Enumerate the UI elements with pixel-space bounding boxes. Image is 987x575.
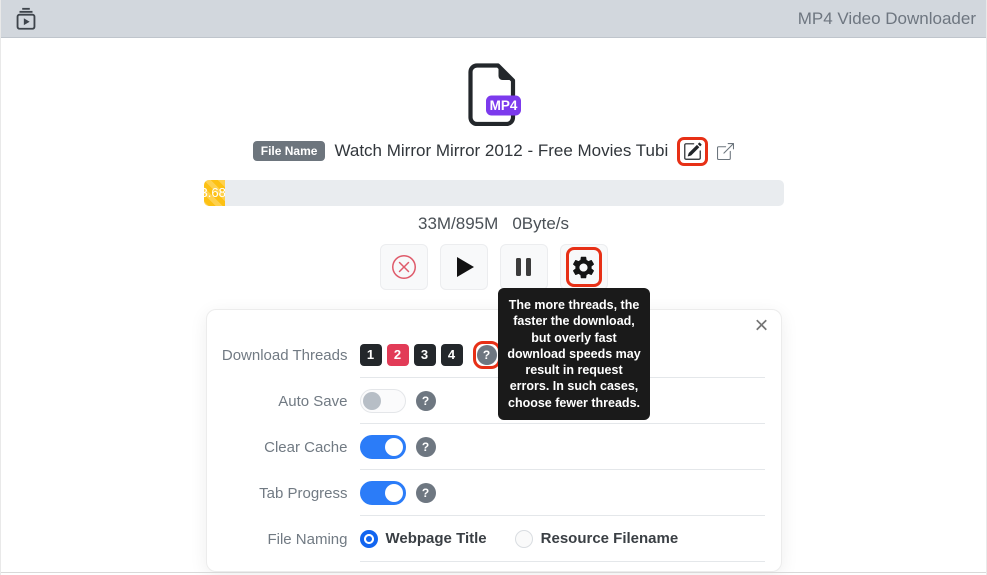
cancel-x-circle-icon	[391, 255, 416, 279]
annotation-box-edit	[677, 136, 709, 166]
annotation-box-threads-help: ?	[472, 340, 501, 369]
clear-cache-help-icon[interactable]: ?	[415, 436, 436, 457]
tab-progress-toggle[interactable]	[359, 480, 406, 505]
tab-progress-row: Tab Progress ?	[207, 470, 781, 516]
auto-save-label: Auto Save	[278, 392, 348, 410]
gear-icon	[570, 254, 597, 281]
clear-cache-toggle[interactable]	[359, 434, 406, 459]
progress-status: 33M/895M 0Byte/s	[1, 214, 986, 234]
control-buttons	[1, 244, 986, 290]
progress-fill: 3.68	[203, 180, 225, 206]
settings-panel: × Download Threads 1 2 3 4 ? Auto Save ?	[205, 309, 782, 572]
auto-save-help-icon[interactable]: ?	[415, 390, 436, 411]
play-icon	[457, 257, 474, 277]
thread-options: 1 2 3 4	[359, 343, 463, 366]
downloaded-size-text: 33M/895M	[417, 214, 499, 233]
tab-progress-label: Tab Progress	[259, 484, 348, 502]
progress-percent-text: 3.68	[204, 185, 225, 200]
pause-button[interactable]	[499, 244, 548, 290]
external-link-icon	[717, 142, 735, 160]
bottom-divider	[1, 572, 986, 573]
thread-option-1[interactable]: 1	[359, 343, 382, 366]
radio-webpage-title-icon[interactable]	[359, 529, 378, 548]
radio-resource-filename-icon[interactable]	[514, 529, 533, 548]
header: MP4 Video Downloader	[1, 0, 986, 38]
close-button[interactable]: ×	[754, 314, 768, 338]
thread-option-4[interactable]: 4	[440, 343, 463, 366]
threads-help-icon[interactable]: ?	[476, 344, 497, 365]
pause-icon	[516, 258, 531, 276]
file-naming-row: File Naming Webpage Title Resource Filen…	[207, 516, 781, 562]
clear-cache-label: Clear Cache	[264, 438, 348, 456]
radio-resource-filename-label: Resource Filename	[540, 530, 679, 547]
thread-option-2[interactable]: 2	[386, 343, 409, 366]
play-button[interactable]	[439, 244, 488, 290]
threads-tooltip: The more threads, the faster the downloa…	[498, 288, 650, 420]
download-threads-label: Download Threads	[221, 346, 348, 364]
mp4-badge-text: MP4	[489, 98, 517, 113]
auto-save-toggle[interactable]	[359, 388, 406, 413]
file-name-text: Watch Mirror Mirror 2012 - Free Movies T…	[334, 141, 669, 160]
auto-save-row: Auto Save ?	[207, 378, 781, 424]
download-threads-row: Download Threads 1 2 3 4 ?	[207, 332, 781, 378]
app-logo-icon	[13, 6, 39, 32]
app-window: MP4 Video Downloader MP4 File Name Watch…	[0, 0, 987, 575]
radio-webpage-title-label: Webpage Title	[385, 530, 487, 547]
radio-resource-filename[interactable]: Resource Filename	[514, 529, 679, 548]
clear-cache-row: Clear Cache ?	[207, 424, 781, 470]
edit-filename-button[interactable]	[683, 142, 702, 161]
download-speed-text: 0Byte/s	[512, 214, 570, 233]
file-name-badge: File Name	[252, 141, 326, 161]
filename-row: File Name Watch Mirror Mirror 2012 - Fre…	[1, 136, 986, 166]
tab-progress-help-icon[interactable]: ?	[415, 482, 436, 503]
progress-bar: 3.68	[203, 180, 784, 206]
cancel-button[interactable]	[379, 244, 428, 290]
mp4-file-icon: MP4	[463, 62, 525, 126]
open-source-button[interactable]	[717, 142, 735, 160]
thread-option-3[interactable]: 3	[413, 343, 436, 366]
radio-webpage-title[interactable]: Webpage Title	[359, 529, 487, 548]
edit-icon	[683, 142, 702, 161]
file-naming-label: File Naming	[267, 530, 348, 548]
settings-button[interactable]	[559, 244, 608, 290]
app-title: MP4 Video Downloader	[797, 8, 976, 28]
